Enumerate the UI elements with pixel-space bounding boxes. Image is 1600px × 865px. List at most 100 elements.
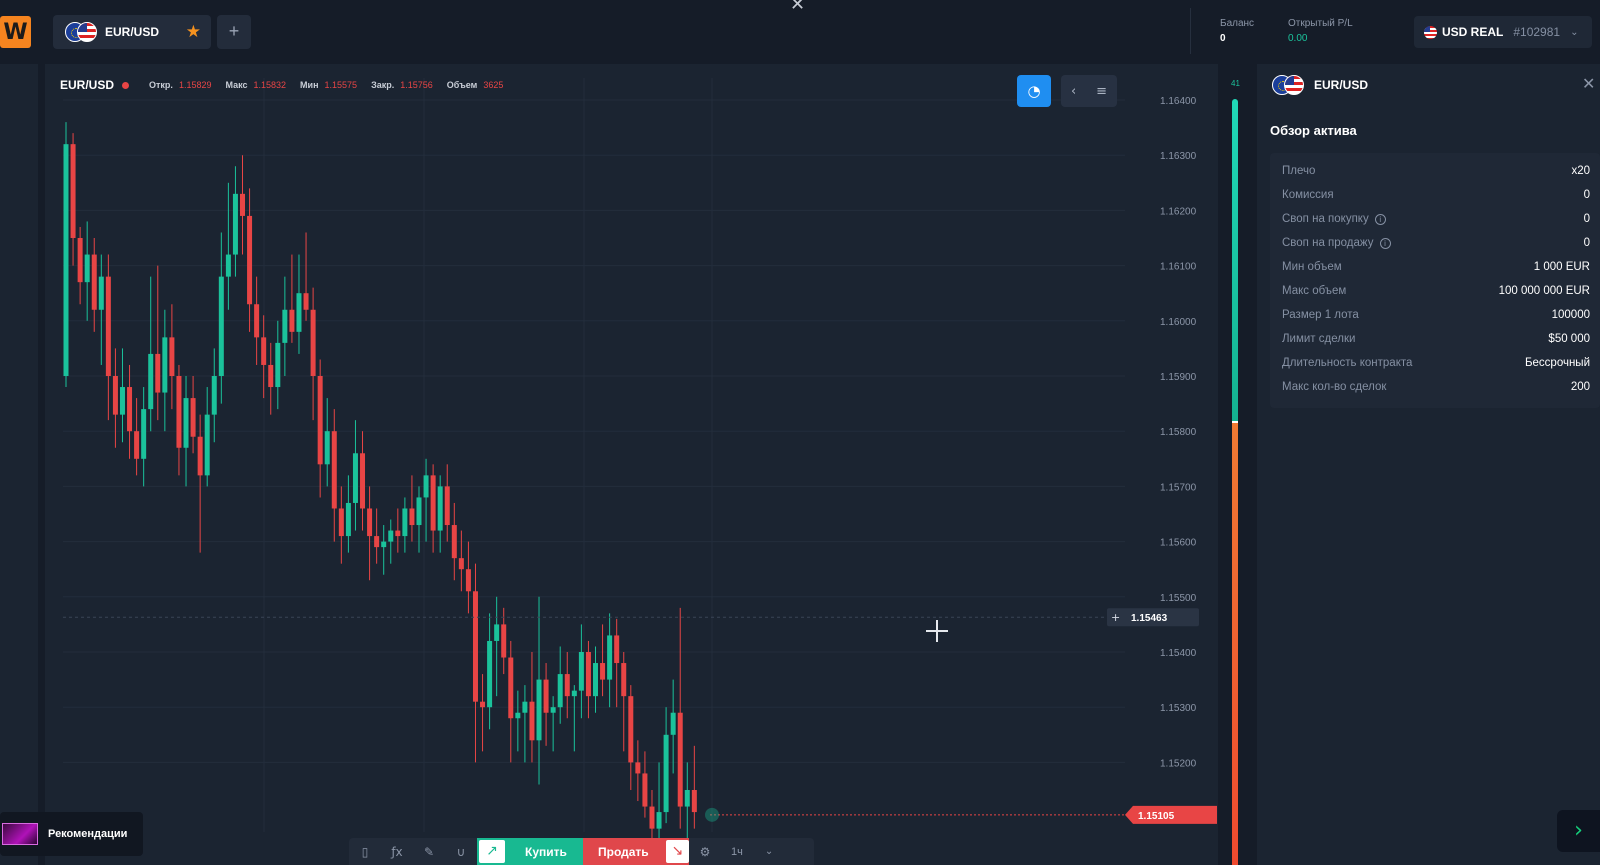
list-icon[interactable]: ≡ [1096, 84, 1107, 99]
candle-body [585, 652, 591, 697]
candle-body [628, 696, 634, 763]
chevron-left-icon[interactable]: ‹ [1071, 84, 1076, 99]
candle-body [247, 215, 253, 305]
candle-body [381, 541, 387, 548]
sell-button[interactable]: Продать ↘ [583, 838, 689, 865]
candle-body [190, 398, 196, 437]
chart-settings-button[interactable]: ◔ [1017, 75, 1051, 107]
indicators-icon[interactable]: ƒx [381, 845, 413, 859]
chart-nav-buttons[interactable]: ‹ ≡ [1061, 75, 1117, 107]
info-icon[interactable]: i [1374, 213, 1386, 225]
candle-body [593, 663, 598, 697]
candle-body [98, 276, 104, 310]
overview-row: Макс кол-во сделок 200 [1270, 375, 1600, 399]
y-tick-label: 1.15400 [1160, 648, 1197, 659]
candle-body [119, 387, 125, 415]
candle-body [600, 663, 606, 680]
overview-row: Своп на покупку i 0 [1270, 207, 1600, 231]
candle-body [183, 398, 189, 448]
info-icon[interactable]: i [1379, 237, 1391, 249]
y-tick-label: 1.15800 [1160, 427, 1197, 438]
candle-body [240, 193, 245, 216]
candle-body [204, 414, 210, 476]
candle-body [649, 806, 655, 829]
candle-body [77, 238, 83, 283]
y-tick-label: 1.15600 [1160, 538, 1197, 549]
candle-body [211, 376, 217, 415]
overview-row: Макс объем 100 000 000 EUR [1270, 279, 1600, 303]
candle-body [127, 387, 133, 432]
candle-body [508, 657, 514, 719]
candle-body [296, 293, 302, 332]
candle-body [571, 690, 577, 697]
eur-usd-flags-icon [1270, 74, 1310, 96]
open-value: 1.15829 [178, 80, 212, 90]
candle-body [423, 475, 429, 498]
candle-body [352, 453, 358, 503]
close-icon[interactable]: ✕ [1582, 74, 1595, 93]
overview-row-value: Бессрочный [1524, 357, 1590, 369]
y-tick-label: 1.16400 [1160, 96, 1197, 107]
side-panel-title: Обзор актива [1270, 123, 1357, 138]
y-tick-label: 1.16300 [1160, 151, 1197, 162]
y-tick-label: 1.16000 [1160, 317, 1197, 328]
overview-row-value: 1 000 EUR [1533, 261, 1590, 273]
overview-row: Своп на продажу i 0 [1270, 231, 1600, 255]
overview-row-value: 200 [1570, 381, 1590, 393]
sell-sentiment-fill [1232, 422, 1238, 865]
timeframe-selector[interactable]: 1ч [731, 846, 743, 858]
side-panel-header: EUR/USD [1270, 74, 1368, 96]
chevron-right-icon[interactable]: › [1557, 810, 1600, 852]
candle-body [112, 376, 118, 415]
asset-overview-table: Плечо x20 Комиссия 0 Своп на покупку i 0 Своп н… [1270, 153, 1600, 408]
y-tick-label: 1.15700 [1160, 482, 1197, 493]
chart-header: EUR/USD Откр. 1.15829 Макс 1.15832 Мин 1… [60, 78, 517, 92]
y-tick-label: 1.15200 [1160, 758, 1197, 769]
magnet-icon[interactable]: ∪ [445, 845, 477, 859]
overview-row: Лимит сделки $50 000 [1270, 327, 1600, 351]
low-label: Мин [300, 80, 319, 90]
candle-body [105, 276, 111, 376]
overview-row-value: 0 [1583, 189, 1590, 201]
y-tick-label: 1.15300 [1160, 703, 1197, 714]
candle-body [176, 376, 182, 448]
recommendations-label: Рекомендации [48, 828, 128, 840]
candle-body [91, 254, 97, 310]
candle-body [331, 431, 337, 509]
open-label: Откр. [149, 80, 173, 90]
layout-icon[interactable]: ▯ [349, 845, 381, 859]
candle-body [494, 624, 500, 641]
overview-row-value: 100 000 000 EUR [1498, 285, 1590, 297]
candle-body [268, 364, 274, 388]
candle-body [162, 337, 168, 393]
candle-body [289, 309, 295, 332]
overview-row-label: Макс кол-во сделок [1282, 381, 1387, 393]
low-value: 1.15575 [324, 80, 358, 90]
overview-row-value: 100000 [1551, 309, 1590, 321]
recommendations-button[interactable]: Рекомендации [0, 812, 143, 856]
high-label: Макс [225, 80, 248, 90]
candle-body [501, 624, 507, 658]
candle-body [437, 486, 443, 531]
volume-value: 3625 [483, 80, 504, 90]
candle-body [522, 701, 528, 713]
candle-body [388, 530, 394, 542]
candle-body [232, 193, 238, 255]
sell-label: Продать [598, 844, 649, 859]
candle-body [480, 701, 486, 708]
candle-body [169, 337, 175, 376]
buy-sentiment-fill [1232, 99, 1238, 421]
candle-body [317, 376, 323, 465]
overview-row: Мин объем 1 000 EUR [1270, 255, 1600, 279]
arrow-up-right-icon: ↗ [479, 840, 505, 863]
candle-body [218, 276, 224, 376]
chevron-down-icon[interactable]: ⌄ [765, 846, 773, 857]
overview-row-label: Макс объем [1282, 285, 1347, 297]
candle-body [691, 790, 697, 813]
draw-pencil-icon[interactable]: ✎ [413, 845, 445, 859]
gear-icon[interactable]: ⚙ [689, 845, 721, 859]
buy-button[interactable]: ↗ Купить [477, 838, 583, 865]
candle-body [148, 353, 154, 410]
candle-body [536, 679, 542, 741]
candle-body [303, 293, 309, 310]
